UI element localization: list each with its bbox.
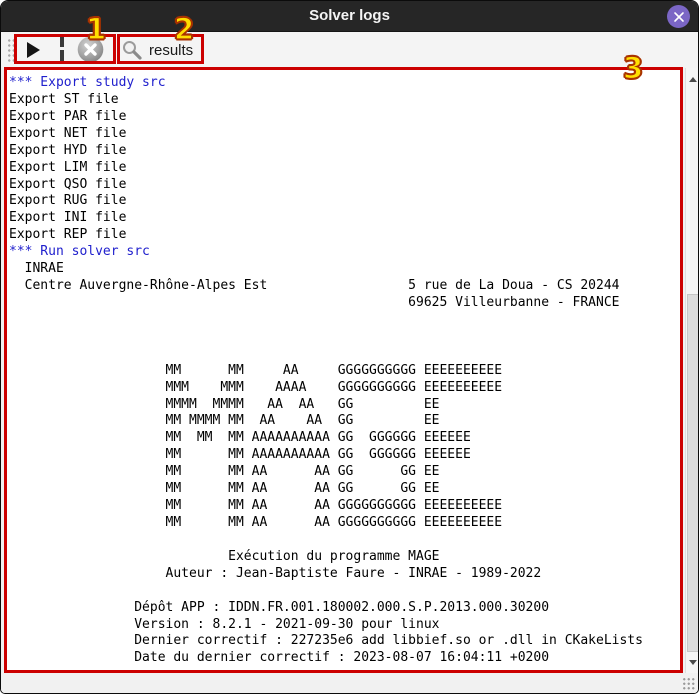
resize-grip[interactable] xyxy=(682,677,695,690)
log-line: INRAE xyxy=(9,261,680,278)
log-line xyxy=(9,329,680,346)
log-line: MM MM MM AAAAAAAAAA GG GGGGGG EEEEEE xyxy=(9,430,680,447)
log-line xyxy=(9,583,680,600)
scroll-down-button[interactable] xyxy=(686,655,699,669)
log-line: Export HYD file xyxy=(9,143,680,160)
log-line: Export QSO file xyxy=(9,177,680,194)
vertical-scrollbar[interactable] xyxy=(685,68,699,673)
solver-log-view[interactable]: *** Export study srcExport ST fileExport… xyxy=(4,67,683,673)
log-line: Dernier correctif : 227235e6 add libbief… xyxy=(9,633,680,650)
annotation-number-3: 3 xyxy=(623,54,643,83)
log-line: Export REP file xyxy=(9,227,680,244)
log-line: Export ST file xyxy=(9,92,680,109)
log-line: Export LIM file xyxy=(9,160,680,177)
log-line: Version : 8.2.1 - 2021-09-30 pour linux xyxy=(9,617,680,634)
annotation-number-2: 2 xyxy=(174,15,194,44)
log-line: Exécution du programme MAGE xyxy=(9,549,680,566)
log-line: MM MM AA AA GGGGGGGGGG EEEEEEEEEE xyxy=(9,498,680,515)
log-line: MM MM AAAAAAAAAA GG GGGGGG EEEEEE xyxy=(9,447,680,464)
scrollbar-thumb[interactable] xyxy=(687,294,699,652)
log-line: Date du dernier correctif : 2023-08-07 1… xyxy=(9,650,680,667)
close-button[interactable] xyxy=(667,5,690,28)
log-line: MMM MMM AAAA GGGGGGGGGG EEEEEEEEEE xyxy=(9,380,680,397)
log-line: Export NET file xyxy=(9,126,680,143)
log-line: Dépôt APP : IDDN.FR.001.180002.000.S.P.2… xyxy=(9,600,680,617)
close-icon xyxy=(673,11,685,23)
log-lines: *** Export study srcExport ST fileExport… xyxy=(7,70,680,667)
log-line: Export PAR file xyxy=(9,109,680,126)
log-line: MM MM AA AA GG GG EE xyxy=(9,481,680,498)
log-line: MM MM AA AA GGGGGGGGGG EEEEEEEEEE xyxy=(9,515,680,532)
scroll-down-icon xyxy=(689,660,697,665)
log-line: MM MMMM MM AA AA GG EE xyxy=(9,413,680,430)
log-line: MMMM MMMM AA AA GG EE xyxy=(9,397,680,414)
scroll-up-icon xyxy=(689,77,697,82)
annotation-number-1: 1 xyxy=(86,15,106,44)
log-line xyxy=(9,346,680,363)
log-line xyxy=(9,532,680,549)
log-line: Export RUG file xyxy=(9,193,680,210)
log-line: *** Run solver src xyxy=(9,244,680,261)
solver-logs-window: Solver logs xyxy=(0,0,699,694)
log-line: MM MM AA GGGGGGGGGG EEEEEEEEEE xyxy=(9,363,680,380)
scroll-up-button[interactable] xyxy=(686,72,699,86)
log-line: 69625 Villeurbanne - FRANCE xyxy=(9,295,680,312)
log-line: Export INI file xyxy=(9,210,680,227)
status-strip xyxy=(1,673,698,693)
log-line xyxy=(9,312,680,329)
log-line: MM MM AA AA GG GG EE xyxy=(9,464,680,481)
log-line: Auteur : Jean-Baptiste Faure - INRAE - 1… xyxy=(9,566,680,583)
log-line: *** Export study src xyxy=(9,75,680,92)
log-line: Centre Auvergne-Rhône-Alpes Est 5 rue de… xyxy=(9,278,680,295)
